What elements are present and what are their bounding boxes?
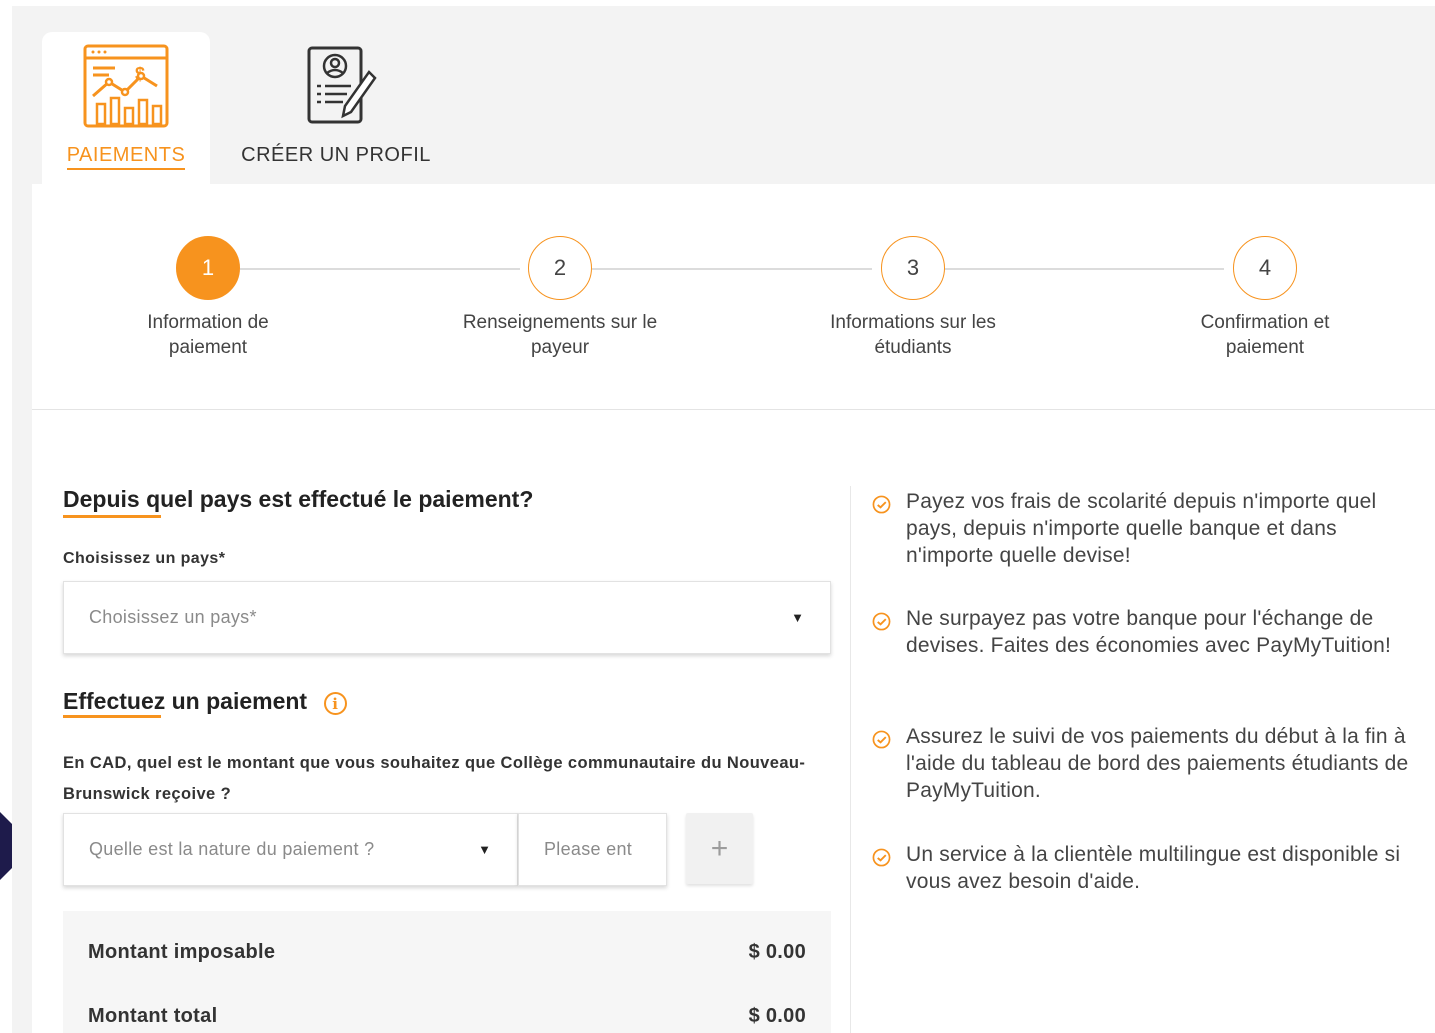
heading-underline <box>63 515 161 518</box>
heading-underline <box>63 715 161 719</box>
step-confirmation: 4 Confirmation et paiement <box>1145 236 1385 360</box>
payment-chart-icon: $ <box>83 44 169 128</box>
check-circle-icon <box>872 495 891 514</box>
profile-document-icon <box>307 46 377 124</box>
step-payer-info: 2 Renseignements sur le payeur <box>440 236 680 360</box>
total-amount-label: Montant total <box>88 1005 218 1027</box>
step-label: Renseignements sur le payeur <box>462 312 658 358</box>
benefit-text: Ne surpayez pas votre banque pour l'écha… <box>906 607 1392 657</box>
step-label: Informations sur les étudiants <box>830 312 996 358</box>
total-amount-row: Montant total $ 0.00 <box>88 1005 806 1028</box>
country-select[interactable]: Choisissez un pays* ▼ <box>63 581 831 654</box>
taxable-amount-row: Montant imposable $ 0.00 <box>88 941 806 964</box>
amount-input-placeholder: Please ent <box>544 839 633 859</box>
benefit-item: Assurez le suivi de vos paiements du déb… <box>872 723 1412 804</box>
step-label: Confirmation et paiement <box>1200 312 1330 358</box>
taxable-amount-label: Montant imposable <box>88 941 276 963</box>
tab-create-profile-label: CRÉER UN PROFIL <box>241 144 431 166</box>
tab-create-profile[interactable]: CRÉER UN PROFIL <box>226 32 446 184</box>
benefit-text: Un service à la clientèle multilingue es… <box>906 843 1401 893</box>
step-payment-info: 1 Information de paiement <box>88 236 328 360</box>
amount-question: En CAD, quel est le montant que vous sou… <box>63 754 806 803</box>
step-label: Information de paiement <box>147 312 269 358</box>
step-number: 1 <box>176 236 240 300</box>
benefit-text: Payez vos frais de scolarité depuis n'im… <box>906 490 1377 567</box>
chevron-down-icon: ▼ <box>791 610 804 625</box>
taxable-amount-value: $ 0.00 <box>748 941 806 963</box>
benefit-item: Un service à la clientèle multilingue es… <box>872 841 1412 895</box>
benefit-text: Assurez le suivi de vos paiements du déb… <box>906 725 1409 802</box>
progress-stepper: 1 Information de paiement 2 Renseignemen… <box>32 184 1435 410</box>
country-heading-block: Depuis quel pays est effectué le paiemen… <box>63 486 533 518</box>
country-heading: Depuis quel pays est effectué le paiemen… <box>63 486 534 512</box>
step-number: 3 <box>881 236 945 300</box>
payment-nature-placeholder: Quelle est la nature du paiement ? <box>89 839 375 859</box>
check-circle-icon <box>872 848 891 867</box>
info-icon[interactable]: i <box>323 692 347 716</box>
payment-card: 1 Information de paiement 2 Renseignemen… <box>32 184 1435 1033</box>
benefit-item: Payez vos frais de scolarité depuis n'im… <box>872 488 1412 569</box>
payment-heading-block: Effectuez un paiement i <box>63 688 347 719</box>
step-student-info: 3 Informations sur les étudiants <box>793 236 1033 360</box>
add-payment-button[interactable]: + <box>686 813 753 884</box>
payment-nature-select[interactable]: Quelle est la nature du paiement ? ▼ <box>63 813 518 886</box>
step-number: 4 <box>1233 236 1297 300</box>
chevron-down-icon: ▼ <box>478 842 491 857</box>
benefit-item: Ne surpayez pas votre banque pour l'écha… <box>872 605 1412 659</box>
check-circle-icon <box>872 612 891 631</box>
top-tabs: $ PAIEMENTS <box>12 6 1435 184</box>
column-divider <box>850 486 851 1033</box>
step-number: 2 <box>528 236 592 300</box>
plus-icon: + <box>710 831 729 865</box>
amount-input[interactable]: Please ent <box>518 813 667 886</box>
app-shell: $ PAIEMENTS <box>12 6 1435 1033</box>
tab-payments-label: PAIEMENTS <box>66 144 186 170</box>
amount-summary: Montant imposable $ 0.00 Montant total $… <box>63 911 831 1033</box>
tab-payments[interactable]: $ PAIEMENTS <box>42 32 210 184</box>
check-circle-icon <box>872 730 891 749</box>
payment-heading: Effectuez un paiement <box>63 688 308 714</box>
country-select-placeholder: Choisissez un pays* <box>89 607 257 627</box>
country-field-label: Choisissez un pays* <box>63 550 226 567</box>
total-amount-value: $ 0.00 <box>748 1005 806 1027</box>
